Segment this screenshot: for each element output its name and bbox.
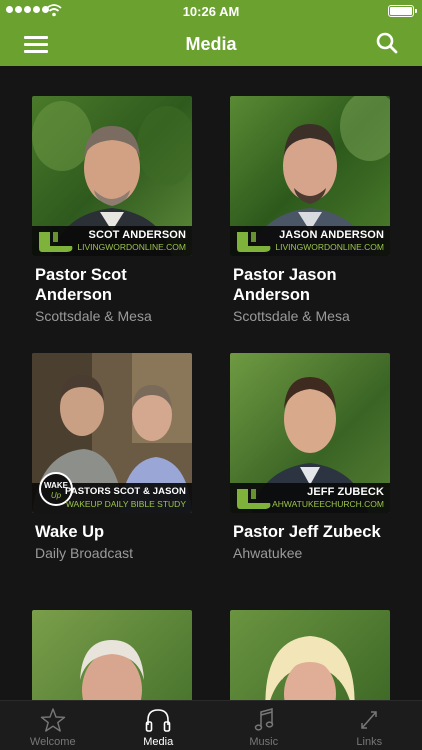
living-word-logo-icon: [237, 232, 271, 252]
tab-welcome[interactable]: Welcome: [0, 701, 106, 750]
card-title: Pastor Scot Anderson: [35, 266, 127, 304]
thumbnail-image: [230, 610, 390, 700]
thumbnail-image: WAKE Up PASTORS SCOT & JASON WAKEUP DAIL…: [32, 353, 192, 513]
tab-media[interactable]: Media: [106, 701, 212, 750]
tab-bar: Welcome Media Music Links: [0, 700, 422, 750]
page-title: Media: [185, 34, 237, 54]
tab-music[interactable]: Music: [211, 701, 317, 750]
status-bar: 10:26 AM: [0, 0, 422, 22]
media-card-wake-up[interactable]: WAKE Up PASTORS SCOT & JASON WAKEUP DAIL…: [32, 353, 192, 562]
tab-label: Media: [143, 736, 174, 748]
music-note-icon: [254, 708, 273, 731]
media-card-scot-anderson[interactable]: SCOT ANDERSON LIVINGWORDONLINE.COM Pasto…: [32, 96, 192, 325]
links-icon: [361, 711, 377, 729]
banner-url: LIVINGWORDONLINE.COM: [77, 242, 186, 252]
banner-name: PASTORS SCOT & JASON: [65, 486, 186, 497]
card-subtitle: Scottsdale & Mesa: [35, 308, 152, 324]
banner-name: JEFF ZUBECK: [307, 486, 384, 498]
banner-name: JASON ANDERSON: [279, 229, 384, 241]
banner-url: AHWATUKEECHURCH.COM: [272, 499, 384, 509]
navigation-bar: Media: [0, 22, 422, 66]
media-card-5[interactable]: [32, 610, 192, 700]
thumbnail-banner: WAKE Up PASTORS SCOT & JASON WAKEUP DAIL…: [32, 472, 192, 513]
card-subtitle: Scottsdale & Mesa: [233, 308, 350, 324]
thumbnail-image: [32, 610, 192, 700]
banner-name: SCOT ANDERSON: [88, 229, 186, 241]
tab-label: Links: [356, 736, 383, 748]
tab-label: Welcome: [29, 736, 76, 748]
tab-label: Music: [249, 736, 279, 748]
headphones-icon: [145, 709, 171, 732]
media-grid: SCOT ANDERSON LIVINGWORDONLINE.COM Pasto…: [0, 66, 422, 700]
thumbnail-banner: SCOT ANDERSON LIVINGWORDONLINE.COM: [32, 226, 192, 256]
thumbnail-image: JASON ANDERSON LIVINGWORDONLINE.COM: [230, 96, 390, 256]
living-word-logo-icon: [39, 232, 73, 252]
card-subtitle: Ahwatukee: [233, 545, 303, 561]
tab-links[interactable]: Links: [317, 701, 422, 750]
media-card-jeff-zubeck[interactable]: JEFF ZUBECK AHWATUKEECHURCH.COM Pastor J…: [230, 353, 390, 562]
battery-icon: [388, 5, 417, 17]
banner-url: LIVINGWORDONLINE.COM: [275, 242, 384, 252]
card-title: Pastor Jason Anderson: [233, 266, 337, 304]
thumbnail-banner: JEFF ZUBECK AHWATUKEECHURCH.COM: [230, 483, 390, 513]
star-icon: [40, 708, 65, 732]
svg-text:Up: Up: [51, 491, 62, 500]
media-card-6[interactable]: [230, 610, 390, 700]
media-card-jason-anderson[interactable]: JASON ANDERSON LIVINGWORDONLINE.COM Past…: [230, 96, 390, 325]
thumbnail-banner: JASON ANDERSON LIVINGWORDONLINE.COM: [230, 226, 390, 256]
card-subtitle: Daily Broadcast: [35, 545, 134, 561]
status-time: 10:26 AM: [182, 4, 240, 19]
search-icon[interactable]: [376, 32, 398, 54]
thumbnail-image: JEFF ZUBECK AHWATUKEECHURCH.COM: [230, 353, 390, 513]
card-title: Wake Up: [35, 523, 105, 541]
card-title: Pastor Jeff Zubeck: [233, 523, 381, 541]
banner-url: WAKEUP DAILY BIBLE STUDY: [65, 499, 186, 509]
thumbnail-image: SCOT ANDERSON LIVINGWORDONLINE.COM: [32, 96, 192, 256]
